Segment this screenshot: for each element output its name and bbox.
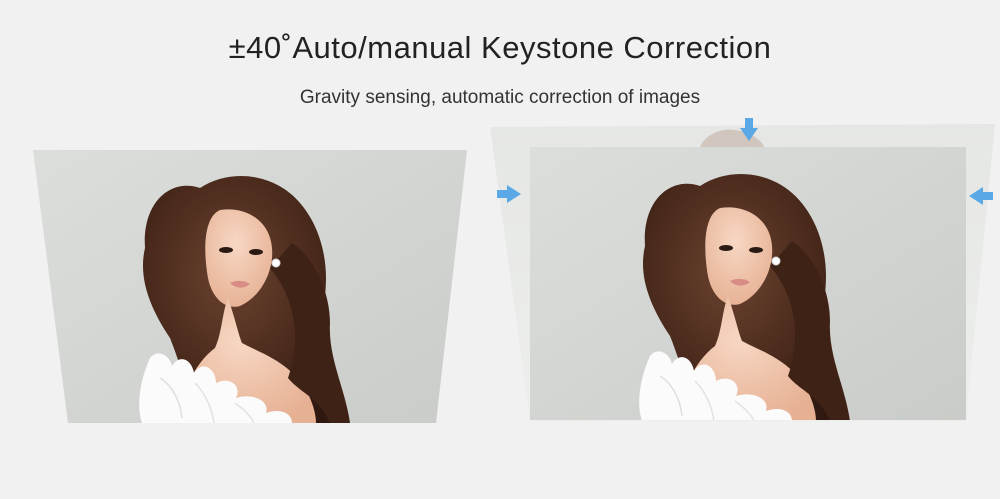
distorted-projection-image [33,150,467,423]
corrected-projection-image [530,147,966,420]
keystone-illustration [33,118,995,423]
